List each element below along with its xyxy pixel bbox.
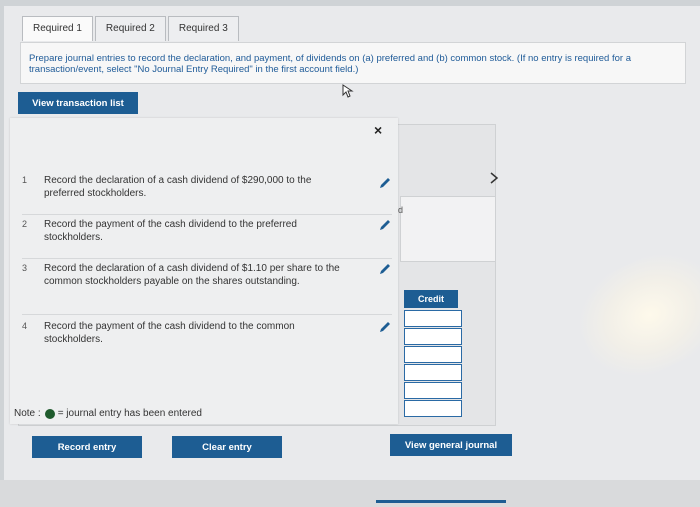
note-legend: Note : = journal entry has been entered bbox=[14, 408, 202, 419]
chevron-right-icon[interactable] bbox=[489, 172, 499, 184]
instruction-box: Prepare journal entries to record the de… bbox=[20, 42, 686, 84]
view-transaction-list-button[interactable]: View transaction list bbox=[18, 92, 138, 114]
transaction-item[interactable]: 4 Record the payment of the cash dividen… bbox=[22, 320, 392, 372]
transaction-item[interactable]: 1 Record the declaration of a cash divid… bbox=[22, 174, 392, 215]
transaction-text: Record the declaration of a cash dividen… bbox=[44, 175, 312, 199]
transaction-number: 3 bbox=[22, 263, 28, 273]
credit-column-header: Credit bbox=[404, 290, 458, 308]
credit-input[interactable] bbox=[404, 382, 462, 399]
credit-input[interactable] bbox=[404, 328, 462, 345]
transaction-number: 4 bbox=[22, 321, 28, 331]
pencil-icon[interactable] bbox=[378, 218, 392, 232]
transaction-number: 2 bbox=[22, 219, 28, 229]
entered-dot-icon bbox=[44, 408, 55, 419]
record-entry-button[interactable]: Record entry bbox=[32, 436, 142, 458]
partial-column-label: d bbox=[398, 205, 404, 215]
tab-required-3[interactable]: Required 3 bbox=[167, 16, 239, 41]
credit-input[interactable] bbox=[404, 364, 462, 381]
tab-bar: Required 1 Required 2 Required 3 bbox=[22, 16, 241, 42]
transaction-number: 1 bbox=[22, 175, 28, 185]
pencil-icon[interactable] bbox=[378, 262, 392, 276]
credit-input[interactable] bbox=[404, 346, 462, 363]
tab-required-1[interactable]: Required 1 bbox=[22, 16, 93, 41]
transaction-item[interactable]: 3 Record the declaration of a cash divid… bbox=[22, 262, 392, 315]
credit-input[interactable] bbox=[404, 310, 462, 327]
page-bottom-shade bbox=[0, 480, 700, 507]
pencil-icon[interactable] bbox=[378, 320, 392, 334]
close-icon[interactable]: × bbox=[374, 122, 382, 138]
credit-input[interactable] bbox=[404, 400, 462, 417]
transaction-list-popup: × 1 Record the declaration of a cash div… bbox=[10, 118, 398, 424]
pencil-icon[interactable] bbox=[378, 176, 392, 190]
journal-entry-panel bbox=[400, 196, 496, 262]
clear-entry-button[interactable]: Clear entry bbox=[172, 436, 282, 458]
note-label: Note : bbox=[14, 408, 41, 419]
view-general-journal-button[interactable]: View general journal bbox=[390, 434, 512, 456]
mouse-cursor-icon bbox=[342, 84, 354, 98]
transaction-text: Record the payment of the cash dividend … bbox=[44, 321, 295, 345]
transaction-text: Record the payment of the cash dividend … bbox=[44, 219, 297, 243]
bottom-accent-bar bbox=[376, 500, 506, 503]
tab-required-2[interactable]: Required 2 bbox=[94, 16, 166, 41]
note-text: = journal entry has been entered bbox=[57, 408, 202, 419]
transaction-text: Record the declaration of a cash dividen… bbox=[44, 263, 340, 287]
instruction-text: Prepare journal entries to record the de… bbox=[29, 53, 631, 75]
transaction-item[interactable]: 2 Record the payment of the cash dividen… bbox=[22, 218, 392, 259]
